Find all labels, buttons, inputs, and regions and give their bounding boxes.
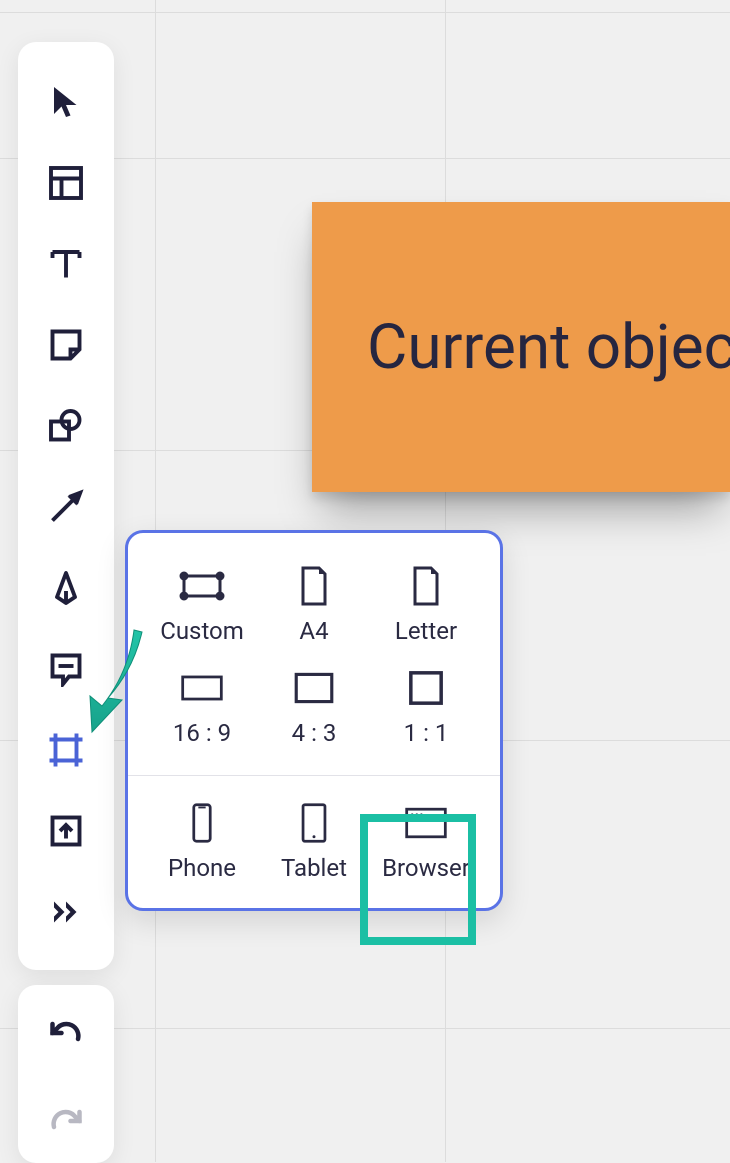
frame-custom[interactable]: Custom <box>146 565 258 645</box>
frame-option-label: 1 : 1 <box>404 719 449 747</box>
ratio-1-1-icon <box>400 667 452 709</box>
frame-option-label: A4 <box>299 617 328 645</box>
phone-icon <box>176 802 228 844</box>
page-a4-icon <box>288 565 340 607</box>
frame-option-label: Tablet <box>281 854 347 882</box>
custom-frame-icon <box>176 565 228 607</box>
tablet-icon <box>288 802 340 844</box>
frame-icon <box>48 732 84 772</box>
frame-16-9[interactable]: 16 : 9 <box>146 667 258 747</box>
chevrons-right-icon <box>48 894 84 934</box>
frame-browser[interactable]: Browser <box>370 802 482 882</box>
cursor-icon <box>48 84 84 124</box>
layout-icon <box>48 165 84 205</box>
comment-icon <box>48 651 84 691</box>
frame-a4[interactable]: A4 <box>258 565 370 645</box>
undo-button[interactable] <box>46 1015 86 1055</box>
comment-tool[interactable] <box>46 651 86 691</box>
redo-button[interactable] <box>46 1103 86 1143</box>
frame-1-1[interactable]: 1 : 1 <box>370 667 482 747</box>
frame-option-label: Browser <box>382 854 470 882</box>
pen-tool[interactable] <box>46 570 86 610</box>
frame-picker-popover: Custom A4 Letter 16 : 9 4 : 3 <box>125 530 503 911</box>
frame-4-3[interactable]: 4 : 3 <box>258 667 370 747</box>
history-toolbar <box>18 985 114 1163</box>
frame-option-label: Letter <box>395 617 457 645</box>
shapes-icon <box>48 408 84 448</box>
frame-option-label: Phone <box>168 854 236 882</box>
pen-icon <box>48 570 84 610</box>
sticky-note-tool[interactable] <box>46 327 86 367</box>
text-icon <box>48 246 84 286</box>
undo-icon <box>48 1015 84 1055</box>
ratio-16-9-icon <box>176 667 228 709</box>
frame-letter[interactable]: Letter <box>370 565 482 645</box>
template-tool[interactable] <box>46 165 86 205</box>
upload-tool[interactable] <box>46 813 86 853</box>
frame-phone[interactable]: Phone <box>146 802 258 882</box>
sticky-icon <box>48 327 84 367</box>
frame-option-label: 16 : 9 <box>173 719 231 747</box>
canvas-grid-line <box>0 12 730 13</box>
frame-tablet[interactable]: Tablet <box>258 802 370 882</box>
frame-tool[interactable] <box>46 732 86 772</box>
sticky-note[interactable]: Current objectiv <box>312 202 730 492</box>
select-tool[interactable] <box>46 84 86 124</box>
shapes-tool[interactable] <box>46 408 86 448</box>
redo-icon <box>48 1103 84 1143</box>
text-tool[interactable] <box>46 246 86 286</box>
page-letter-icon <box>400 565 452 607</box>
frame-option-label: Custom <box>160 617 244 645</box>
sticky-note-text: Current objectiv <box>367 311 730 384</box>
line-tool[interactable] <box>46 489 86 529</box>
browser-icon <box>400 802 452 844</box>
frame-option-label: 4 : 3 <box>292 719 337 747</box>
popover-separator <box>128 775 500 776</box>
more-tools[interactable] <box>46 894 86 934</box>
upload-frame-icon <box>48 813 84 853</box>
ratio-4-3-icon <box>288 667 340 709</box>
arrow-line-icon <box>48 489 84 529</box>
main-toolbar <box>18 42 114 970</box>
